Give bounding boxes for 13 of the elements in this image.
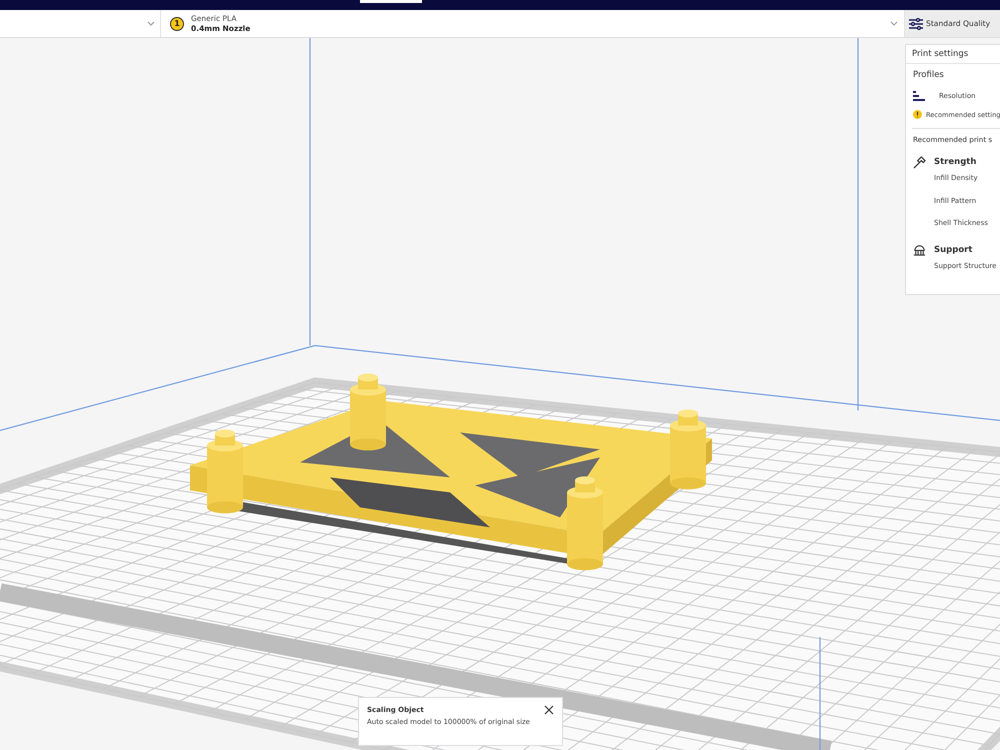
material-badge-icon: 1: [170, 16, 184, 30]
group-title: Strength: [934, 157, 976, 167]
profiles-label: Profiles: [913, 70, 945, 80]
chevron-icon: [890, 21, 898, 26]
layers-icon: [913, 90, 925, 100]
warning-icon: [913, 110, 922, 119]
hammer-icon: [913, 156, 926, 168]
panel-title: Print settings: [906, 45, 1000, 64]
close-icon[interactable]: [544, 705, 554, 715]
chevron-icon: [147, 21, 155, 26]
sliders-icon: [909, 18, 923, 30]
group-title: Support: [934, 244, 972, 254]
support-icon: [913, 243, 926, 256]
